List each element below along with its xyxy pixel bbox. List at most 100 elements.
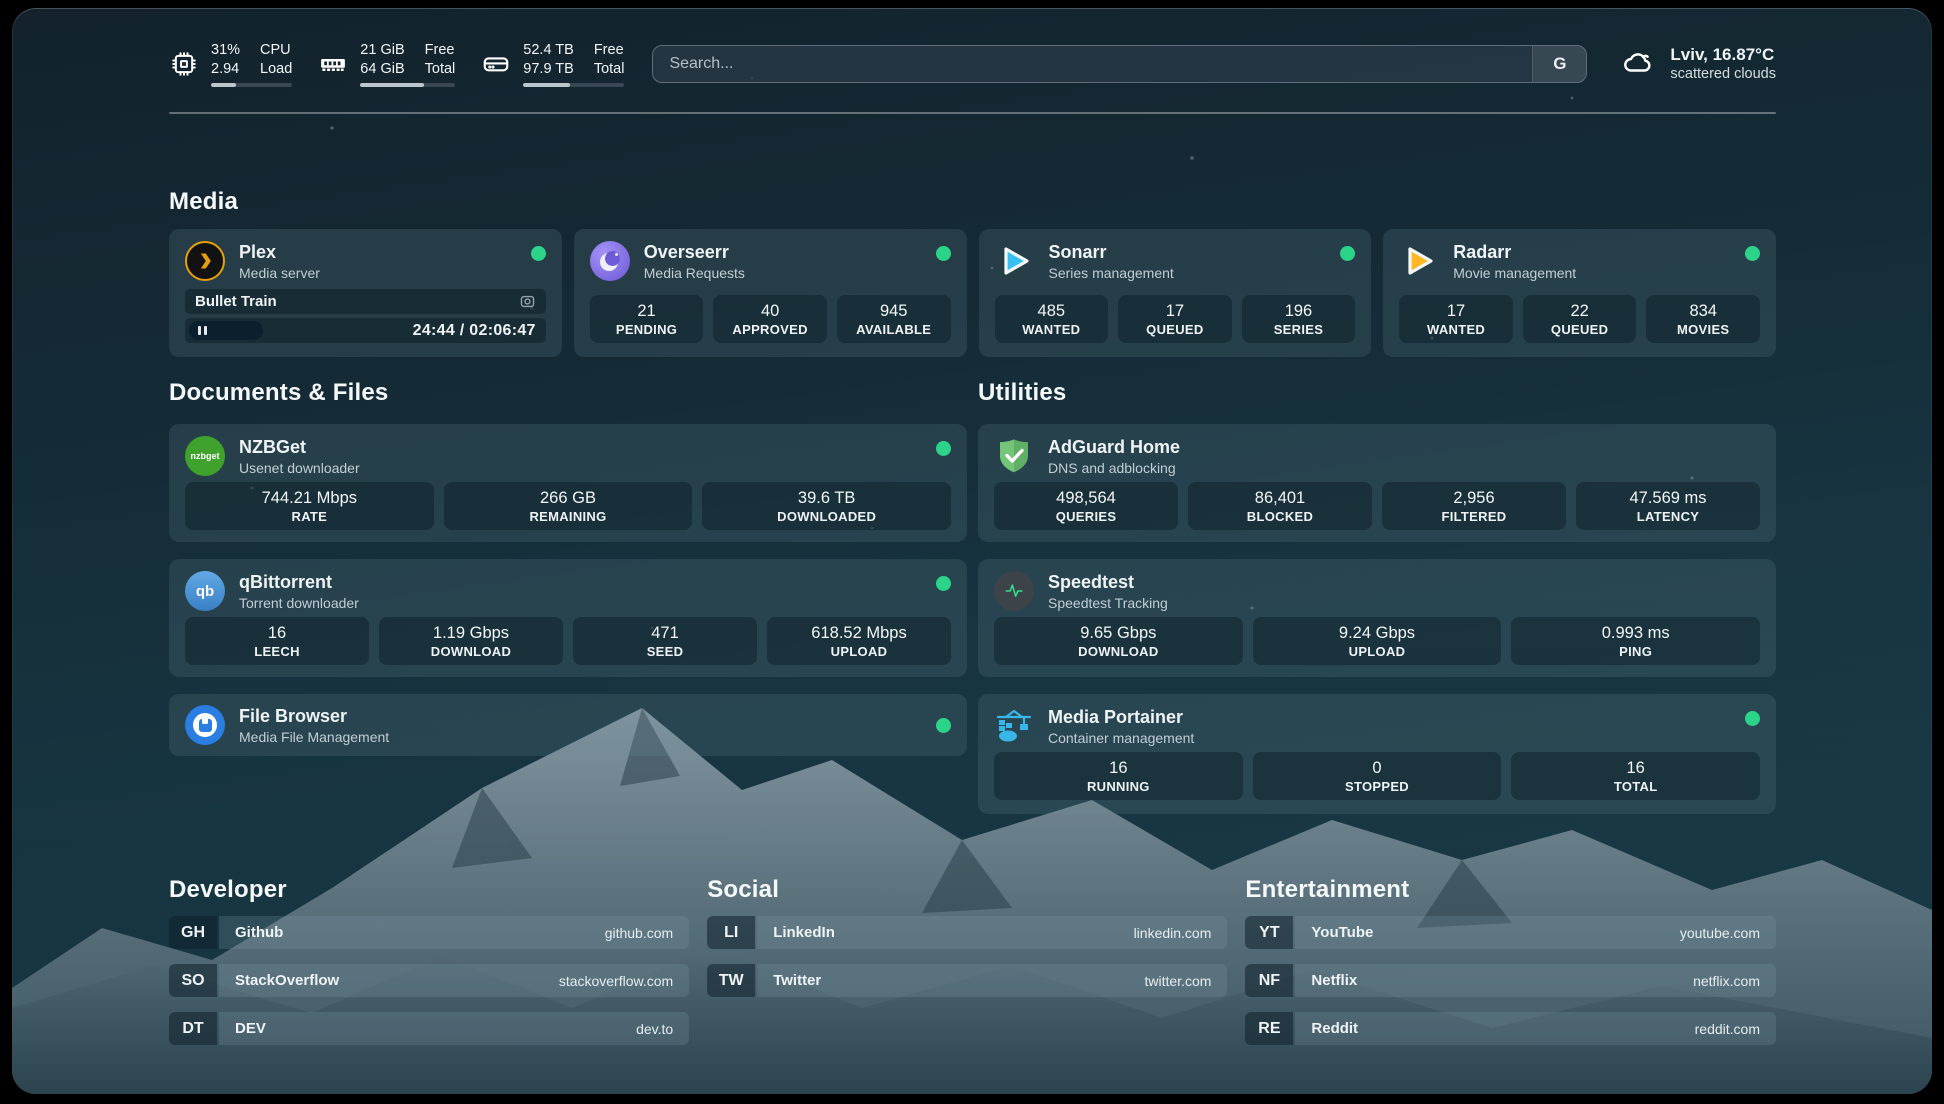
bookmark-abbr: TW xyxy=(707,964,755,997)
adguard-card[interactable]: AdGuard Home DNS and adblocking 498,564Q… xyxy=(978,424,1776,542)
bookmark-stackoverflow[interactable]: SO StackOverflowstackoverflow.com xyxy=(169,964,689,997)
plex-card[interactable]: Plex Media server Bullet Train xyxy=(169,229,562,357)
player-bar: 24:44 / 02:06:47 xyxy=(185,318,546,343)
weather-condition: scattered clouds xyxy=(1670,65,1776,84)
app-name: qBittorrent xyxy=(239,571,359,593)
app-name: AdGuard Home xyxy=(1048,436,1180,458)
bookmark-abbr: RE xyxy=(1245,1012,1293,1045)
speedtest-icon xyxy=(994,571,1034,611)
search-input[interactable] xyxy=(653,46,1532,82)
bookmark-name: StackOverflow xyxy=(235,972,339,989)
sonarr-card[interactable]: Sonarr Series management 485WANTED 17QUE… xyxy=(979,229,1372,357)
section-title-social: Social xyxy=(707,876,1227,904)
bookmark-youtube[interactable]: YT YouTubeyoutube.com xyxy=(1245,916,1776,949)
screenshot-icon[interactable] xyxy=(519,293,536,310)
stat-download: 1.19 GbpsDOWNLOAD xyxy=(379,617,563,665)
section-title-media: Media xyxy=(169,188,1776,216)
bookmark-dev[interactable]: DT DEVdev.to xyxy=(169,1012,689,1045)
topbar-divider xyxy=(169,112,1776,114)
portainer-icon xyxy=(994,706,1034,746)
status-dot xyxy=(936,576,951,591)
bookmark-url: github.com xyxy=(605,925,673,941)
overseerr-card[interactable]: Overseerr Media Requests 21PENDING 40APP… xyxy=(574,229,967,357)
stat-queued: 17QUEUED xyxy=(1118,295,1232,343)
speedtest-card[interactable]: Speedtest Speedtest Tracking 9.65 GbpsDO… xyxy=(978,559,1776,677)
cpu-widget: 31% 2.94 CPU Load xyxy=(169,41,292,87)
app-name: NZBGet xyxy=(239,436,360,458)
app-description: Speedtest Tracking xyxy=(1048,595,1168,611)
top-bar: 31% 2.94 CPU Load xyxy=(169,36,1776,92)
bookmark-twitter[interactable]: TW Twittertwitter.com xyxy=(707,964,1227,997)
stat-approved: 40APPROVED xyxy=(713,295,827,343)
bookmark-linkedin[interactable]: LI LinkedInlinkedin.com xyxy=(707,916,1227,949)
app-name: Plex xyxy=(239,241,320,263)
cpu-load-value: 2.94 xyxy=(211,60,240,79)
status-dot xyxy=(936,246,951,261)
cpu-usage-value: 31% xyxy=(211,41,240,60)
bookmark-name: LinkedIn xyxy=(773,924,835,941)
app-description: Torrent downloader xyxy=(239,595,359,611)
plex-icon xyxy=(185,241,225,281)
radarr-card[interactable]: Radarr Movie management 17WANTED 22QUEUE… xyxy=(1383,229,1776,357)
developer-section: Developer GH Github github.com SO StackOv… xyxy=(169,876,689,1045)
nzbget-card[interactable]: nzbget NZBGet Usenet downloader 744.21 M… xyxy=(169,424,967,542)
bookmark-name: Reddit xyxy=(1311,1020,1358,1037)
stat-seed: 471SEED xyxy=(573,617,757,665)
adguard-icon xyxy=(994,436,1034,476)
bookmark-url: reddit.com xyxy=(1695,1021,1760,1037)
cloud-icon xyxy=(1619,45,1657,84)
section-title-documents: Documents & Files xyxy=(169,379,967,407)
stat-wanted: 485WANTED xyxy=(995,295,1109,343)
disk-progress-bar xyxy=(523,83,624,87)
cpu-load-label: Load xyxy=(260,60,292,79)
qbittorrent-card[interactable]: qb qBittorrent Torrent downloader 16LEEC… xyxy=(169,559,967,677)
app-description: Media server xyxy=(239,265,320,281)
app-description: DNS and adblocking xyxy=(1048,460,1180,476)
app-description: Media Requests xyxy=(644,265,745,281)
stat-blocked: 86,401BLOCKED xyxy=(1188,482,1372,530)
cpu-icon xyxy=(169,49,199,79)
radarr-icon xyxy=(1399,241,1439,281)
stat-filtered: 2,956FILTERED xyxy=(1382,482,1566,530)
stat-latency: 47.569 msLATENCY xyxy=(1576,482,1760,530)
app-name: Radarr xyxy=(1453,241,1576,263)
bookmark-abbr: GH xyxy=(169,916,217,949)
app-description: Series management xyxy=(1049,265,1174,281)
filebrowser-card[interactable]: File Browser Media File Management xyxy=(169,694,967,756)
status-dot xyxy=(936,718,951,733)
memory-widget: 21 GiB 64 GiB Free Total xyxy=(318,41,455,87)
section-title-utilities: Utilities xyxy=(978,379,1776,407)
social-section: Social LI LinkedInlinkedin.com TW Twitte… xyxy=(707,876,1227,1045)
bookmark-github[interactable]: GH Github github.com xyxy=(169,916,689,949)
bookmark-name: DEV xyxy=(235,1020,266,1037)
stat-wanted: 17WANTED xyxy=(1399,295,1513,343)
stat-available: 945AVAILABLE xyxy=(837,295,951,343)
bookmark-abbr: NF xyxy=(1245,964,1293,997)
memory-free-value: 21 GiB xyxy=(360,41,404,60)
search-bar: G xyxy=(652,45,1587,83)
section-title-developer: Developer xyxy=(169,876,689,904)
status-dot xyxy=(1745,246,1760,261)
hard-drive-icon xyxy=(481,49,511,79)
status-dot xyxy=(1745,711,1760,726)
weather-location-temp: Lviv, 16.87°C xyxy=(1670,44,1776,65)
stat-downloaded: 39.6 TBDOWNLOADED xyxy=(702,482,951,530)
app-name: Speedtest xyxy=(1048,571,1168,593)
cpu-progress-bar xyxy=(211,83,292,87)
bookmark-url: netflix.com xyxy=(1693,973,1760,989)
disk-total-label: Total xyxy=(594,60,625,79)
memory-total-label: Total xyxy=(425,60,456,79)
playback-time: 24:44 / 02:06:47 xyxy=(413,322,536,340)
pause-button[interactable] xyxy=(189,321,263,340)
weather-widget[interactable]: Lviv, 16.87°C scattered clouds xyxy=(1619,44,1776,84)
bookmark-url: linkedin.com xyxy=(1134,925,1212,941)
overseerr-icon xyxy=(590,241,630,281)
entertainment-section: Entertainment YT YouTubeyoutube.com NF N… xyxy=(1245,876,1776,1045)
portainer-card[interactable]: Media Portainer Container management 16R… xyxy=(978,694,1776,814)
bookmark-netflix[interactable]: NF Netflixnetflix.com xyxy=(1245,964,1776,997)
bookmark-reddit[interactable]: RE Reddit reddit.com xyxy=(1245,1012,1776,1045)
search-engine-button[interactable]: G xyxy=(1532,46,1586,82)
app-name: File Browser xyxy=(239,705,389,727)
app-name: Media Portainer xyxy=(1048,706,1194,728)
bookmark-name: Github xyxy=(235,924,283,941)
